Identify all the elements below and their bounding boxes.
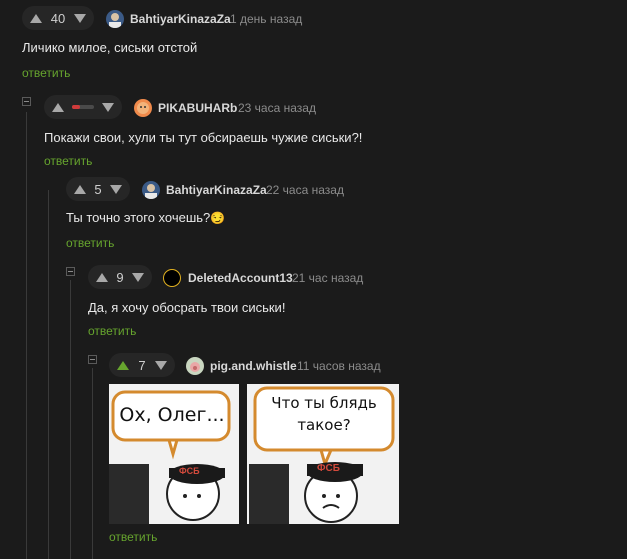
rating-control: 5	[66, 177, 130, 201]
meme-right-caption-line1: Что ты блядь	[271, 394, 377, 412]
arrow-down-icon[interactable]	[74, 13, 86, 23]
meme-right-caption-line2: такое?	[297, 416, 351, 434]
comment-text: Ты точно этого хочешь?😏	[66, 210, 225, 225]
rating-count: 40	[50, 10, 66, 26]
meme-left-caption: Ох, Олег...	[119, 404, 225, 426]
rating-count: 9	[116, 269, 124, 285]
username[interactable]: BahtiyarKinazaZa	[130, 12, 231, 26]
rating-count: 7	[138, 357, 146, 373]
collapse-icon[interactable]	[88, 355, 97, 364]
arrow-up-icon[interactable]	[74, 184, 86, 194]
thread-line	[70, 280, 71, 559]
meme-badge-left: ФСБ	[179, 466, 200, 476]
comment-text: Личико милое, сиськи отстой	[22, 40, 198, 55]
avatar[interactable]	[186, 357, 204, 375]
username[interactable]: PIKABUHARb	[158, 101, 237, 115]
arrow-down-icon[interactable]	[102, 102, 114, 112]
comment-text: Покажи свои, хули ты тут обсираешь чужие…	[44, 130, 363, 145]
thread-line	[48, 190, 49, 559]
timestamp: 21 час назад	[292, 271, 364, 285]
thread-line	[26, 112, 27, 559]
timestamp: 1 день назад	[230, 12, 303, 26]
timestamp: 11 часов назад	[297, 359, 381, 373]
collapse-icon[interactable]	[66, 267, 75, 276]
timestamp: 23 часа назад	[238, 101, 316, 115]
avatar[interactable]	[142, 181, 160, 199]
rating-control: 9	[88, 265, 152, 289]
smirk-emoji-icon: 😏	[210, 211, 226, 225]
username[interactable]: DeletedAccount13	[188, 271, 293, 285]
arrow-up-icon[interactable]	[96, 272, 108, 282]
comment-text: Да, я хочу обосрать твои сиськи!	[88, 300, 286, 315]
username[interactable]: pig.and.whistle	[210, 359, 297, 373]
avatar[interactable]	[106, 10, 124, 28]
arrow-up-icon[interactable]	[30, 13, 42, 23]
avatar[interactable]	[163, 269, 181, 287]
meme-badge-right: ФСБ	[317, 463, 340, 474]
collapse-icon[interactable]	[22, 97, 31, 106]
rating-control: 7	[109, 353, 175, 377]
arrow-down-icon[interactable]	[109, 184, 122, 194]
reply-link[interactable]: ответить	[22, 66, 70, 80]
reply-link[interactable]: ответить	[44, 154, 92, 168]
arrow-up-icon[interactable]	[52, 102, 64, 112]
reply-link[interactable]: ответить	[88, 324, 136, 338]
arrow-up-icon[interactable]	[117, 360, 129, 370]
arrow-down-icon[interactable]	[154, 360, 167, 370]
reply-link[interactable]: ответить	[66, 236, 114, 250]
reply-link[interactable]: ответить	[109, 530, 157, 544]
username[interactable]: BahtiyarKinazaZa	[166, 183, 267, 197]
avatar[interactable]	[134, 99, 152, 117]
rating-bar	[72, 105, 94, 109]
timestamp: 22 часа назад	[266, 183, 344, 197]
comment-image[interactable]: Ох, Олег... Что ты блядь такое? ФСБ ФСБ	[109, 384, 399, 524]
arrow-down-icon[interactable]	[131, 272, 144, 282]
rating-control: 40	[22, 6, 94, 30]
rating-control	[44, 95, 122, 119]
rating-count: 5	[94, 181, 102, 197]
thread-line	[92, 368, 93, 559]
comment-text-body: Ты точно этого хочешь?	[66, 210, 211, 225]
